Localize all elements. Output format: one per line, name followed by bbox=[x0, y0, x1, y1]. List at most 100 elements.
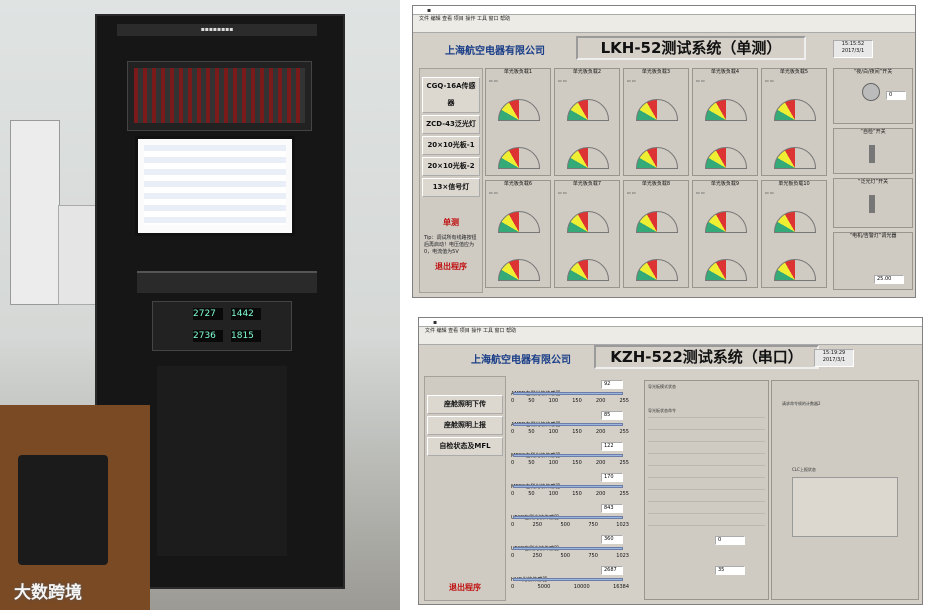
tip-text: Tip：调试所有线路按钮后再启动！电压值应为0，电流值为5V bbox=[424, 235, 477, 255]
scale-tick: 50 bbox=[528, 398, 535, 404]
value-b[interactable]: 35 bbox=[715, 566, 745, 575]
gauge-field: ▭ ▭ bbox=[696, 78, 705, 83]
scale-tick: 0 bbox=[511, 460, 515, 466]
slider-value[interactable]: 843 bbox=[601, 504, 623, 513]
scale-tick: 0 bbox=[511, 522, 515, 528]
gauge-panel: 单光板负载9 ▭ ▭ bbox=[692, 180, 758, 288]
time-text: 15:19:29 bbox=[822, 350, 846, 356]
self-test-switch[interactable]: “自检”开关 bbox=[833, 128, 913, 174]
slider-scale: 0 50 100 150 200 255 bbox=[511, 491, 629, 497]
slider-value[interactable]: 122 bbox=[601, 442, 623, 451]
rack-photo: ▪▪▪▪▪▪▪▪ 2727 1442 2736 1815 大数跨境 bbox=[0, 0, 400, 610]
gauge-dial-icon bbox=[774, 211, 816, 233]
slider-scale: 0 5000 10000 16384 bbox=[511, 584, 629, 590]
gauge-title: 单光板负载8 bbox=[641, 181, 671, 187]
nav-selftest[interactable]: 自检状态及MFL bbox=[427, 437, 503, 456]
slider-track[interactable] bbox=[513, 454, 623, 457]
sensor-slider[interactable]: MFDS左侧光敏传感器 122 050100150200255 bbox=[511, 442, 639, 472]
exit-button[interactable]: 退出程序 bbox=[420, 261, 482, 272]
scale-tick: 255 bbox=[619, 491, 629, 497]
sensor-slider[interactable]: AMFD右侧光敏传感器 85 050100150200255 bbox=[511, 411, 639, 441]
slider-track[interactable] bbox=[513, 392, 623, 395]
datetime: 15:15:52 2017/3/1 bbox=[833, 40, 873, 58]
knob-icon[interactable] bbox=[862, 83, 880, 101]
switch-panel bbox=[127, 61, 312, 131]
toggle-icon[interactable] bbox=[869, 145, 875, 163]
title-bar: ▪ bbox=[413, 6, 915, 15]
nav-uplink[interactable]: 座舱照明上报 bbox=[427, 416, 503, 435]
sensor-slider[interactable]: UFCP右侧光敏传感器 360 02505007501023 bbox=[511, 535, 639, 565]
slider-value[interactable]: 2687 bbox=[601, 566, 623, 575]
slider-value[interactable]: 360 bbox=[601, 535, 623, 544]
slider-scale: 0 50 100 150 200 255 bbox=[511, 460, 629, 466]
toolbar[interactable] bbox=[419, 335, 922, 345]
gauge-title: 单光板负载6 bbox=[503, 181, 533, 187]
company-name: 上海航空电器有限公司 bbox=[471, 355, 571, 366]
scale-tick: 1023 bbox=[616, 522, 629, 528]
gauge-field: ▭ ▭ bbox=[765, 190, 774, 195]
gauge-field: ▭ ▭ bbox=[627, 78, 636, 83]
meter-panel: 2727 1442 2736 1815 bbox=[152, 301, 292, 351]
date-text: 2017/3/1 bbox=[822, 357, 846, 363]
scale-tick: 50 bbox=[528, 429, 535, 435]
slider-value[interactable]: 170 bbox=[601, 473, 623, 482]
gauge-title: 单光板负载3 bbox=[641, 69, 671, 75]
slider-track[interactable] bbox=[513, 578, 623, 581]
gauge-dial-icon bbox=[498, 211, 540, 233]
gauge-field: ▭ ▭ bbox=[489, 190, 498, 195]
menu-bar[interactable]: 文件 编辑 查看 项目 操作 工具 窗口 帮助 bbox=[419, 327, 922, 335]
slider-column: AMFD左侧光敏传感器 92 050100150200255AMFD右侧光敏传感… bbox=[511, 380, 641, 600]
gauge-dial-icon bbox=[774, 99, 816, 121]
monitor bbox=[135, 136, 295, 236]
gauge-dial-icon bbox=[705, 147, 747, 169]
nav-signal[interactable]: 13×信号灯 bbox=[422, 178, 480, 197]
scale-tick: 16384 bbox=[613, 584, 629, 590]
scale-tick: 200 bbox=[595, 398, 606, 404]
toolbar[interactable] bbox=[413, 23, 915, 33]
slider-scale: 0 50 100 150 200 255 bbox=[511, 429, 629, 435]
nav-zcd43[interactable]: ZCD-43泛光灯 bbox=[422, 115, 480, 134]
gauge-panel: 单光板负载1 ▭ ▭ bbox=[485, 68, 551, 176]
kzh522-window: ▪ 文件 编辑 查看 项目 操作 工具 窗口 帮助 上海航空电器有限公司 KZH… bbox=[418, 317, 923, 605]
nav-board2[interactable]: 20×10光板-2 bbox=[422, 157, 480, 176]
slider-track[interactable] bbox=[513, 547, 623, 550]
company-name: 上海航空电器有限公司 bbox=[445, 46, 545, 57]
slider-track[interactable] bbox=[513, 423, 623, 426]
gauge-dial-icon bbox=[498, 259, 540, 281]
sensor-slider[interactable]: HUD光敏传感器 2687 050001000016384 bbox=[511, 566, 639, 596]
slider-track[interactable] bbox=[513, 485, 623, 488]
dimmer-panel[interactable]: “电机/告警灯”调光器 25.00 bbox=[833, 232, 913, 290]
gauge-dial-icon bbox=[774, 259, 816, 281]
nav-board1[interactable]: 20×10光板-1 bbox=[422, 136, 480, 155]
scale-tick: 255 bbox=[619, 460, 629, 466]
menu-bar[interactable]: 文件 编辑 查看 项目 操作 工具 窗口 帮助 bbox=[413, 15, 915, 23]
gauge-panel: 单光板负载7 ▭ ▭ bbox=[554, 180, 620, 288]
toggle-icon[interactable] bbox=[869, 195, 875, 213]
scale-tick: 0 bbox=[511, 398, 515, 404]
slider-value[interactable]: 85 bbox=[601, 411, 623, 420]
rack-label: ▪▪▪▪▪▪▪▪ bbox=[117, 24, 317, 36]
scale-tick: 0 bbox=[511, 553, 515, 559]
nav-cgq16a[interactable]: CGQ-16A传感器 bbox=[422, 77, 480, 113]
keyboard-tray bbox=[137, 271, 317, 293]
gauge-field: ▭ ▭ bbox=[765, 78, 774, 83]
scale-tick: 500 bbox=[560, 522, 570, 528]
slider-value[interactable]: 92 bbox=[601, 380, 623, 389]
slider-track[interactable] bbox=[513, 516, 623, 519]
nav-downlink[interactable]: 座舱照明下传 bbox=[427, 395, 503, 414]
scale-tick: 10000 bbox=[573, 584, 590, 590]
floodlight-switch[interactable]: “泛光灯”开关 bbox=[833, 178, 913, 228]
value-a[interactable]: 0 bbox=[715, 536, 745, 545]
gauge-dial-icon bbox=[636, 259, 678, 281]
night-day-switch[interactable]: “夜/白/夜间”开关 0 bbox=[833, 68, 913, 124]
clc-box bbox=[792, 477, 898, 537]
exit-button[interactable]: 退出程序 bbox=[425, 582, 505, 593]
connector-box bbox=[18, 455, 108, 565]
gauge-panel: 单光板负载4 ▭ ▭ bbox=[692, 68, 758, 176]
sensor-slider[interactable]: UFCP左侧光敏传感器 843 02505007501023 bbox=[511, 504, 639, 534]
slider-scale: 0 250 500 750 1023 bbox=[511, 522, 629, 528]
scale-tick: 0 bbox=[511, 429, 515, 435]
gauge-title: 单光板负载1 bbox=[503, 69, 533, 75]
sensor-slider[interactable]: MFDS右侧光敏传感器 170 050100150200255 bbox=[511, 473, 639, 503]
sensor-slider[interactable]: AMFD左侧光敏传感器 92 050100150200255 bbox=[511, 380, 639, 410]
